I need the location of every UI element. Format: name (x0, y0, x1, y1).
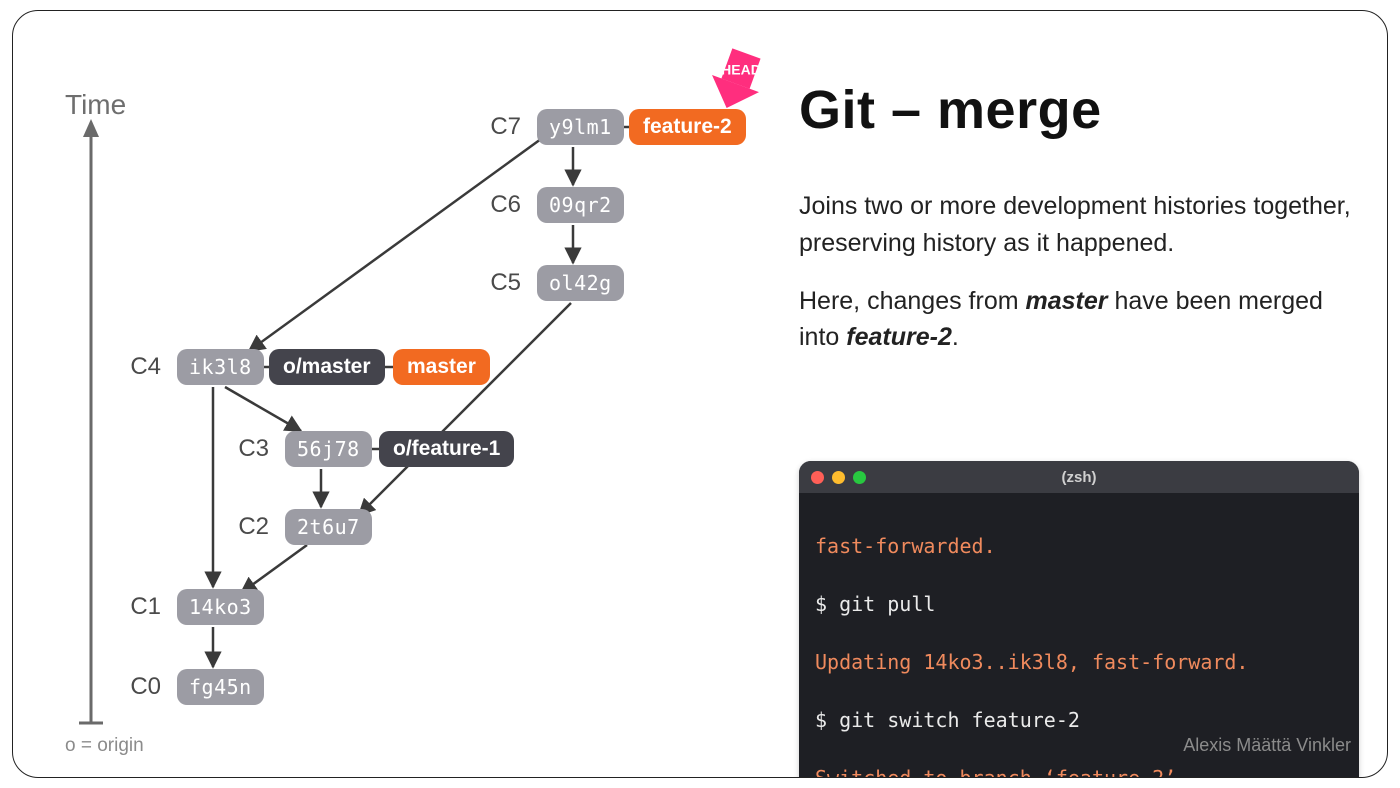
terminal-title: (zsh) (799, 469, 1359, 486)
terminal-line: fast-forwarded. (815, 532, 1343, 561)
commit-box-c6: 09qr2 (537, 187, 624, 223)
description-p1: Joins two or more development histories … (799, 188, 1359, 261)
description: Joins two or more development histories … (799, 188, 1359, 355)
commit-box-c1: 14ko3 (177, 589, 264, 625)
time-axis-label: Time (65, 89, 126, 121)
text-column: Git – merge Joins two or more developmen… (799, 81, 1359, 377)
commit-label-c1: C1 (130, 593, 169, 621)
commit-box-c7: y9lm1 (537, 109, 624, 145)
terminal-line: Switched to branch ‘feature-2’ (815, 764, 1343, 778)
branch-tag-o-master: o/master (269, 349, 385, 385)
commit-label-c3: C3 (238, 435, 277, 463)
commit-box-c3: 56j78 (285, 431, 372, 467)
description-p2: Here, changes from master have been merg… (799, 283, 1359, 356)
origin-footnote: o = origin (65, 735, 144, 757)
slide-card: Time o = origin (12, 10, 1388, 778)
terminal-line: Updating 14ko3..ik3l8, fast-forward. (815, 648, 1343, 677)
terminal-line: $ git pull (815, 590, 1343, 619)
commit-label-c6: C6 (490, 191, 529, 219)
commit-box-c2: 2t6u7 (285, 509, 372, 545)
commit-label-c7: C7 (490, 113, 529, 141)
branch-tag-master: master (393, 349, 490, 385)
page-title: Git – merge (799, 81, 1359, 140)
branch-tag-o-feature-1: o/feature-1 (379, 431, 514, 467)
commit-label-c0: C0 (130, 673, 169, 701)
terminal-titlebar: (zsh) (799, 461, 1359, 493)
commit-label-c2: C2 (238, 513, 277, 541)
commit-label-c5: C5 (490, 269, 529, 297)
terminal-line: $ git switch feature-2 (815, 706, 1343, 735)
author-credit: Alexis Määttä Vinkler (1183, 735, 1351, 756)
commit-box-c5: ol42g (537, 265, 624, 301)
commit-box-c0: fg45n (177, 669, 264, 705)
commit-label-c4: C4 (130, 353, 169, 381)
diagram-area: Time o = origin (13, 11, 783, 778)
head-label: HEAD (721, 62, 761, 78)
terminal-window: (zsh) fast-forwarded. $ git pull Updatin… (799, 461, 1359, 778)
commit-box-c4: ik3l8 (177, 349, 264, 385)
